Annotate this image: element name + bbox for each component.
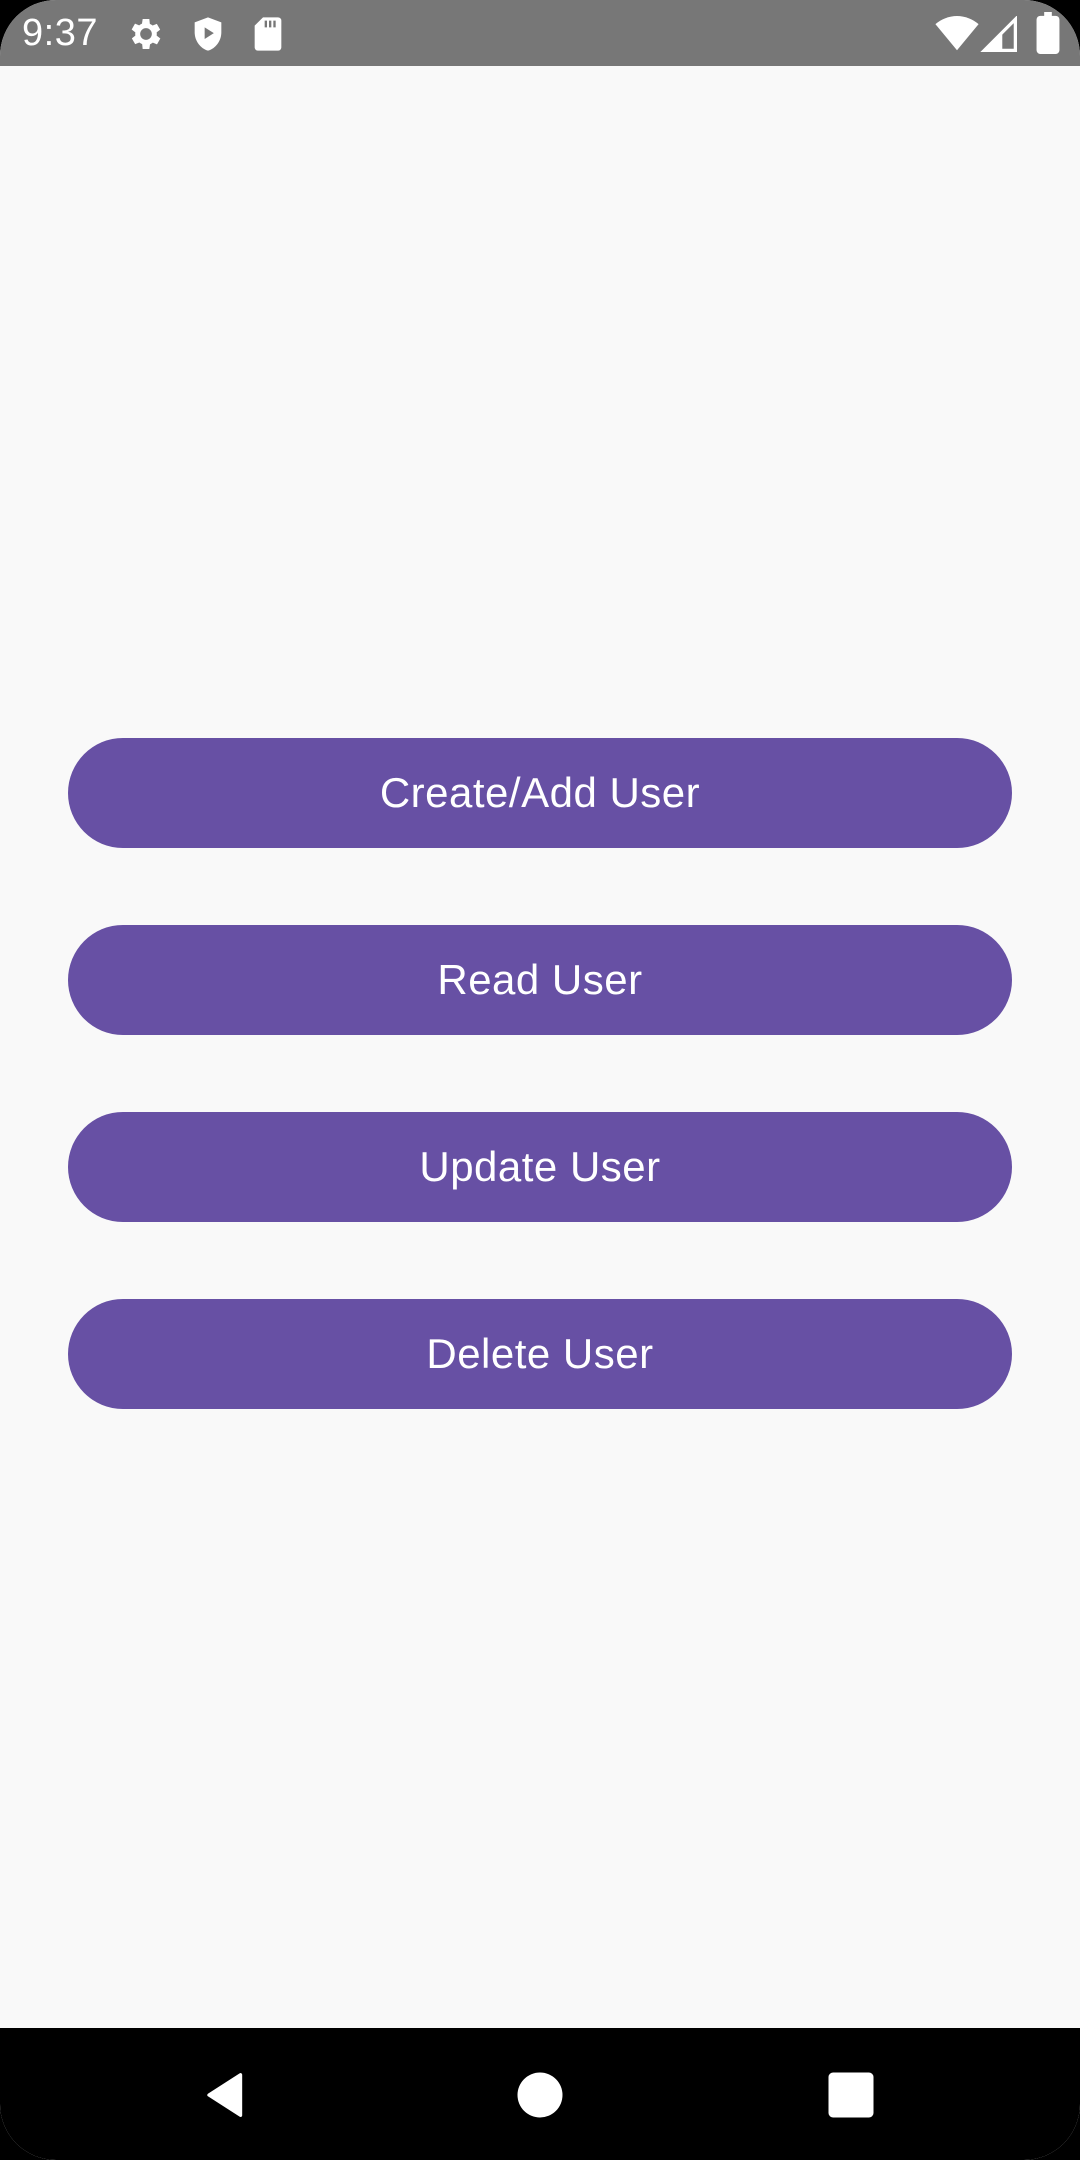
- shield-play-icon: [188, 14, 228, 54]
- battery-icon: [1036, 12, 1060, 54]
- app-screen: 9:37 Create/Add User Read User Update Us…: [0, 0, 1080, 2160]
- status-time: 9:37: [22, 12, 98, 54]
- navigation-bar: [0, 2028, 1080, 2160]
- wifi-icon: [934, 16, 980, 52]
- sd-card-icon: [248, 14, 288, 54]
- home-icon[interactable]: [513, 2068, 567, 2122]
- delete-user-button[interactable]: Delete User: [68, 1299, 1012, 1409]
- gear-icon: [126, 14, 166, 54]
- create-add-user-button[interactable]: Create/Add User: [68, 738, 1012, 848]
- recents-icon[interactable]: [824, 2068, 878, 2122]
- signal-icon: [980, 16, 1018, 52]
- status-bar: 9:37: [0, 0, 1080, 66]
- user-actions: Create/Add User Read User Update User De…: [68, 738, 1012, 1486]
- update-user-button[interactable]: Update User: [68, 1112, 1012, 1222]
- back-icon[interactable]: [200, 2068, 254, 2122]
- read-user-button[interactable]: Read User: [68, 925, 1012, 1035]
